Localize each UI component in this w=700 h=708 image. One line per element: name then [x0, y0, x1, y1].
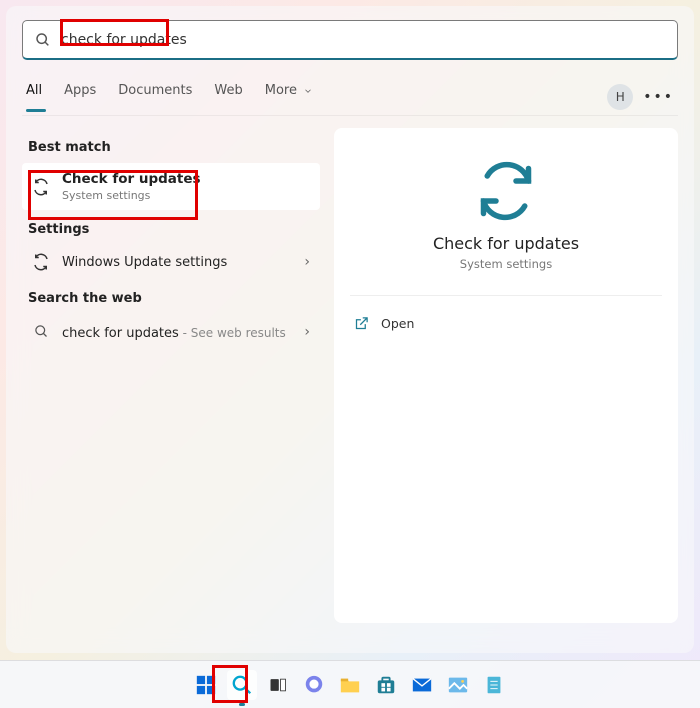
start-search-panel: All Apps Documents Web More H ••• Best m… — [6, 6, 694, 653]
filter-documents[interactable]: Documents — [118, 83, 192, 110]
result-title: Check for updates — [62, 171, 310, 187]
microsoft-store-icon[interactable] — [371, 670, 401, 700]
filter-row: All Apps Documents Web More H ••• — [22, 78, 678, 116]
result-windows-update-settings[interactable]: Windows Update settings › — [22, 245, 320, 279]
filter-web[interactable]: Web — [214, 83, 242, 110]
notepad-icon[interactable] — [479, 670, 509, 700]
file-explorer-icon[interactable] — [335, 670, 365, 700]
taskbar — [0, 660, 700, 708]
open-icon — [354, 316, 369, 331]
result-texts: Check for updates System settings — [62, 171, 310, 202]
photos-icon[interactable] — [443, 670, 473, 700]
preview-subtitle: System settings — [350, 257, 662, 271]
more-options-icon[interactable]: ••• — [643, 89, 674, 105]
sync-icon — [475, 160, 537, 222]
sync-icon — [32, 253, 50, 271]
preview-pane: Check for updates System settings Open — [334, 128, 678, 623]
result-subtitle: System settings — [62, 189, 310, 202]
filter-apps[interactable]: Apps — [64, 83, 96, 110]
chevron-right-icon: › — [304, 324, 310, 340]
filter-all[interactable]: All — [26, 83, 42, 110]
section-web: Search the web — [22, 279, 320, 314]
section-settings: Settings — [22, 210, 320, 245]
preview-title: Check for updates — [350, 234, 662, 253]
divider — [350, 295, 662, 296]
action-open[interactable]: Open — [350, 310, 662, 337]
content-row: Best match Check for updates System sett… — [22, 128, 678, 623]
result-title: Windows Update settings — [62, 255, 292, 270]
search-input[interactable] — [61, 32, 665, 48]
result-web-search[interactable]: check for updates - See web results › — [22, 314, 320, 349]
action-open-label: Open — [381, 316, 414, 331]
chevron-right-icon: › — [304, 254, 310, 270]
search-icon — [32, 324, 50, 339]
filter-more[interactable]: More — [265, 83, 313, 110]
header-controls: H ••• — [607, 84, 678, 110]
start-button[interactable] — [191, 670, 221, 700]
web-result-suffix: - See web results — [179, 326, 286, 340]
search-button[interactable] — [227, 670, 257, 700]
results-column: Best match Check for updates System sett… — [22, 128, 320, 623]
filter-more-label: More — [265, 83, 297, 98]
teams-chat-icon[interactable] — [299, 670, 329, 700]
filters: All Apps Documents Web More — [22, 83, 313, 110]
section-best-match: Best match — [22, 128, 320, 163]
web-result-prefix: check for updates — [62, 326, 179, 341]
account-avatar[interactable]: H — [607, 84, 633, 110]
mail-icon[interactable] — [407, 670, 437, 700]
search-icon — [35, 32, 51, 48]
sync-icon — [32, 178, 50, 196]
search-bar[interactable] — [22, 20, 678, 60]
result-check-for-updates[interactable]: Check for updates System settings — [22, 163, 320, 210]
task-view-button[interactable] — [263, 670, 293, 700]
